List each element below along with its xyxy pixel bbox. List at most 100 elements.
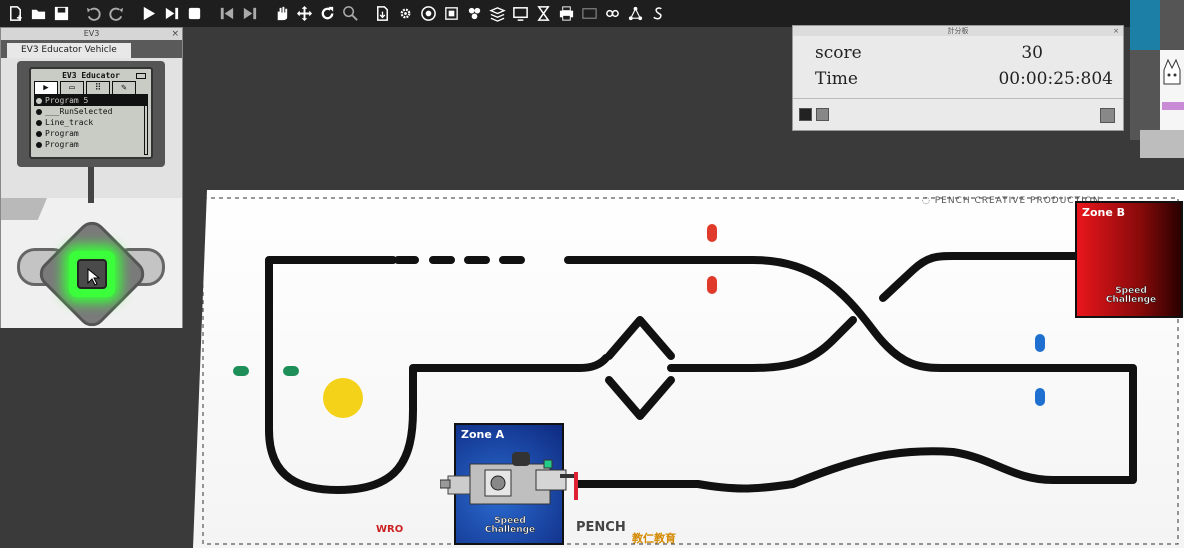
ev3-lcd-screen: EV3 Educator ▶ ▭ ⠿ ✎ Program 5 ___RunSele… <box>29 67 153 159</box>
new-button[interactable] <box>4 3 26 25</box>
lcd-scrollbar <box>144 97 148 155</box>
time-value: 00:00:25:804 <box>998 69 1113 89</box>
step-icon <box>165 7 178 20</box>
lcd-program-label: Line_track <box>45 118 94 127</box>
redo-button[interactable] <box>105 3 127 25</box>
device-icon <box>444 7 458 20</box>
center-button[interactable] <box>77 259 107 289</box>
script-button[interactable] <box>647 3 669 25</box>
ev3-brick-panel: EV3 × EV3 Educator Vehicle EV3 Educator … <box>0 27 183 332</box>
screen-icon <box>512 7 528 21</box>
panel-button[interactable] <box>578 3 600 25</box>
network-button[interactable] <box>624 3 646 25</box>
tab-ev3-educator-vehicle[interactable]: EV3 Educator Vehicle <box>7 43 131 58</box>
divider <box>793 98 1123 99</box>
brand-logo: ◌ PENCH CREATIVE PRODUCTION <box>922 196 1101 206</box>
lcd-tab-icons: ▶ ▭ ⠿ ✎ <box>34 81 148 95</box>
target-button[interactable] <box>417 3 439 25</box>
edit-icon[interactable] <box>1100 108 1115 123</box>
lcd-program-item[interactable]: ___RunSelected <box>34 106 148 117</box>
reset-timer-button[interactable] <box>816 108 829 121</box>
printer-icon <box>559 6 573 21</box>
next-button[interactable] <box>238 3 260 25</box>
device-button[interactable] <box>440 3 462 25</box>
start-timer-button[interactable] <box>799 108 812 121</box>
ev3-window-titlebar: EV3 × <box>1 28 182 40</box>
move-button[interactable] <box>293 3 315 25</box>
brick-screen-housing: EV3 Educator ▶ ▭ ⠿ ✎ Program 5 ___RunSele… <box>17 61 165 167</box>
lcd-program-label: Program <box>45 140 79 149</box>
yellow-ball <box>323 378 363 418</box>
cluster-button[interactable] <box>463 3 485 25</box>
rotate-icon <box>321 6 333 20</box>
zone-a-label: Zone A <box>461 428 505 441</box>
stop-icon <box>188 7 200 20</box>
toolbar <box>0 0 1130 27</box>
cluster-icon <box>468 7 480 20</box>
pan-button[interactable] <box>270 3 292 25</box>
scoreboard-panel: 計分板 × score 30 Time 00:00:25:804 <box>792 25 1124 131</box>
zone-b-label: Zone B <box>1082 206 1126 219</box>
run-button[interactable] <box>137 3 159 25</box>
new-file-icon <box>9 6 22 21</box>
play-icon[interactable]: ▶ <box>34 81 58 94</box>
hand-icon <box>277 6 287 21</box>
link-button[interactable] <box>601 3 623 25</box>
lcd-program-item[interactable]: Program 5 <box>34 95 148 106</box>
zone-b: Zone B Speed Challenge <box>1075 201 1183 318</box>
screen-button[interactable] <box>509 3 531 25</box>
lcd-program-list: Program 5 ___RunSelected Line_track Program… <box>34 95 148 150</box>
settings-icon <box>400 8 410 19</box>
link-icon <box>605 9 619 18</box>
program-icon <box>36 141 42 148</box>
step-button[interactable] <box>160 3 182 25</box>
ev3-tabbar: EV3 Educator Vehicle <box>1 40 182 58</box>
cn-logo: 教仁教育 <box>632 532 676 545</box>
undo-button[interactable] <box>82 3 104 25</box>
grid-icon[interactable]: ⠿ <box>86 81 110 94</box>
lcd-program-item[interactable]: Program <box>34 128 148 139</box>
pench-logo: PENCH <box>576 520 626 535</box>
score-label: score <box>815 43 862 63</box>
diamond-top <box>605 316 675 360</box>
lcd-program-item[interactable]: Program <box>34 139 148 150</box>
lcd-program-label: ___RunSelected <box>45 107 113 116</box>
close-icon[interactable]: × <box>171 28 179 40</box>
timer-button[interactable] <box>532 3 554 25</box>
green-marker <box>283 366 299 376</box>
lcd-program-label: Program <box>45 129 79 138</box>
side-panel <box>1130 0 1184 140</box>
cursor-icon <box>87 267 101 286</box>
scoreboard-controls <box>799 108 829 121</box>
network-icon <box>628 6 642 21</box>
download-icon <box>376 6 388 21</box>
settings-button[interactable] <box>394 3 416 25</box>
cat-icon <box>1162 58 1184 110</box>
stop-button[interactable] <box>183 3 205 25</box>
open-button[interactable] <box>27 3 49 25</box>
wrench-icon[interactable]: ✎ <box>112 81 136 94</box>
game-mat <box>193 190 1184 548</box>
rotate-button[interactable] <box>316 3 338 25</box>
prev-button[interactable] <box>215 3 237 25</box>
print-button[interactable] <box>555 3 577 25</box>
layers-button[interactable] <box>486 3 508 25</box>
save-button[interactable] <box>50 3 72 25</box>
download-button[interactable] <box>371 3 393 25</box>
blue-marker <box>1035 388 1045 406</box>
target-icon <box>420 6 436 21</box>
file-icon[interactable]: ▭ <box>60 81 84 94</box>
skip-back-icon <box>220 7 233 20</box>
ev3-robot[interactable] <box>440 450 580 512</box>
close-icon[interactable]: × <box>1113 26 1119 36</box>
lcd-title: EV3 Educator <box>34 71 148 81</box>
zone-b-logo: Speed Challenge <box>1105 286 1157 305</box>
zoom-button[interactable] <box>339 3 361 25</box>
lcd-program-item[interactable]: Line_track <box>34 117 148 128</box>
wro-logo: WRO <box>376 524 404 535</box>
panel-icon <box>581 8 597 19</box>
red-marker <box>707 276 717 294</box>
ev3-brick: EV3 Educator ▶ ▭ ⠿ ✎ Program 5 ___RunSele… <box>1 58 182 332</box>
score-value: 30 <box>1021 43 1043 63</box>
side-panel-footer <box>1140 130 1184 158</box>
